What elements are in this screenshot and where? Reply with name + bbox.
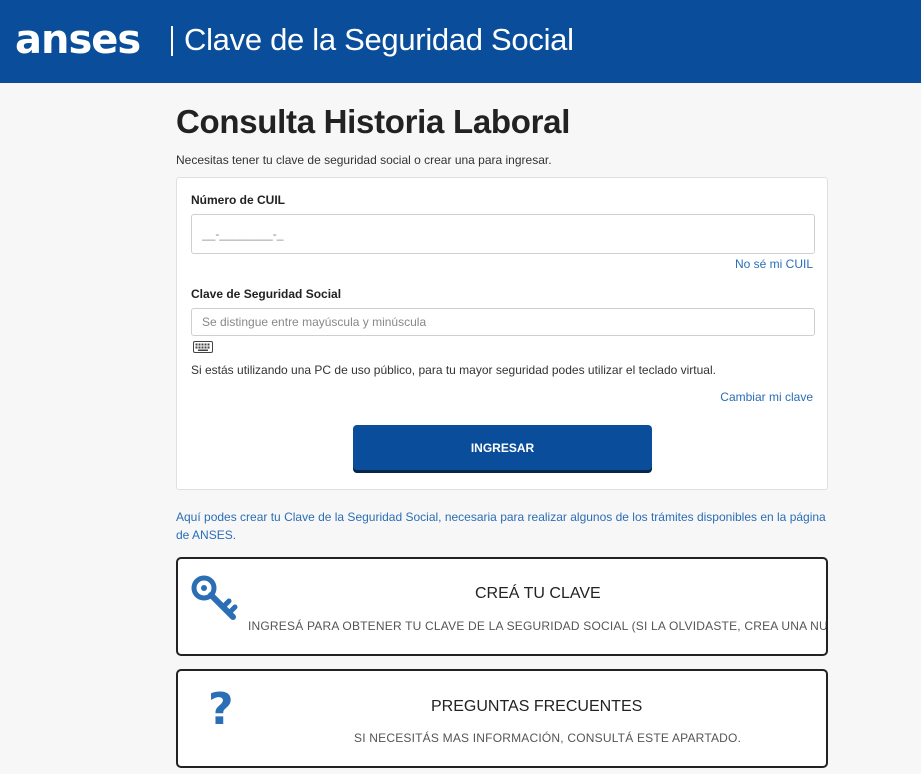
header-title: Clave de la Seguridad Social <box>184 22 574 57</box>
page-title: Consulta Historia Laboral <box>176 103 571 140</box>
tile-description: SI NECESITÁS MAS INFORMACIÓN, CONSULTÁ E… <box>354 731 742 745</box>
login-form-card: Número de CUIL No sé mi CUIL Clave de Se… <box>176 177 828 490</box>
key-icon <box>191 575 238 620</box>
header-divider <box>171 26 173 56</box>
tile-description: INGRESÁ PARA OBTENER TU CLAVE DE LA SEGU… <box>248 619 828 633</box>
cambiar-clave-link[interactable]: Cambiar mi clave <box>720 390 813 404</box>
virtual-keyboard-icon[interactable] <box>193 341 213 353</box>
tile-title: CREÁ TU CLAVE <box>475 585 601 602</box>
preguntas-frecuentes-tile[interactable]: ? PREGUNTAS FRECUENTES SI NECESITÁS MAS … <box>176 669 828 768</box>
ingresar-button[interactable]: INGRESAR <box>353 425 652 470</box>
clave-label: Clave de Seguridad Social <box>191 287 342 301</box>
cuil-input[interactable] <box>191 214 815 254</box>
cuil-label: Número de CUIL <box>191 193 286 207</box>
clave-input[interactable] <box>191 308 815 336</box>
anses-logo[interactable]: anses <box>15 16 141 64</box>
public-pc-hint: Si estás utilizando una PC de uso públic… <box>191 363 716 377</box>
no-se-mi-cuil-link[interactable]: No sé mi CUIL <box>735 257 813 271</box>
crea-tu-clave-tile[interactable]: CREÁ TU CLAVE INGRESÁ PARA OBTENER TU CL… <box>176 557 828 656</box>
create-key-info-link[interactable]: Aquí podes crear tu Clave de la Segurida… <box>176 508 826 544</box>
tile-title: PREGUNTAS FRECUENTES <box>431 698 643 715</box>
header-bar: anses Clave de la Seguridad Social <box>0 0 921 83</box>
page-subtitle: Necesitas tener tu clave de seguridad so… <box>176 153 552 167</box>
question-icon: ? <box>208 684 234 735</box>
